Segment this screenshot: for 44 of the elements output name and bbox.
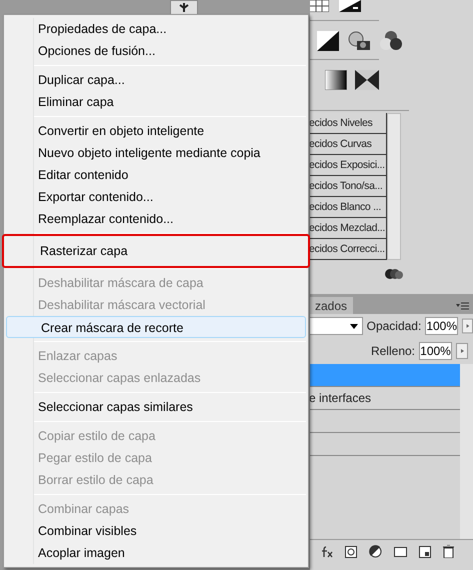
panel-menu-icon[interactable] [456,302,469,310]
camera-icon[interactable] [347,31,371,51]
menu-item[interactable]: Combinar visibles [4,520,308,542]
opacity-label: Opacidad: [366,318,422,335]
menu-item[interactable]: Seleccionar capas similares [4,396,308,418]
half-circle-icon[interactable] [369,545,382,558]
circles-icon[interactable] [385,268,403,280]
preset-item[interactable]: ecidos Correcci... [309,239,387,260]
preset-item[interactable]: ecidos Curvas [309,134,387,155]
fill-label: Relleno: [370,343,415,360]
menu-item[interactable]: Nuevo objeto inteligente mediante copia [4,142,308,164]
arrow-button[interactable] [456,343,468,359]
opacity-field[interactable]: 100% [425,317,458,335]
circles-icon[interactable] [379,31,403,51]
preset-item[interactable]: ecidos Blanco ... [309,197,387,218]
preset-item[interactable]: ecidos Mezclad... [309,218,387,239]
fill-field[interactable]: 100% [419,342,452,360]
menu-item[interactable]: Exportar contenido... [4,186,308,208]
caret-icon [350,324,358,328]
menu-item[interactable]: Editar contenido [4,164,308,186]
new-layer-icon[interactable] [419,546,431,558]
grid-icon[interactable] [309,0,329,12]
menu-item[interactable]: Opciones de fusión... [4,40,308,62]
folder-icon[interactable] [394,546,407,557]
panel-tab[interactable]: zados [309,297,354,314]
blend-mode-dropdown[interactable] [309,317,363,335]
scrollbar[interactable] [460,364,473,539]
menu-item[interactable]: Convertir en objeto inteligente [4,120,308,142]
fx-icon[interactable] [321,546,333,558]
menu-item[interactable]: Crear máscara de recorte [6,316,306,338]
trash-icon[interactable] [443,545,454,558]
menu-item[interactable]: Acoplar imagen [4,542,308,564]
mask-icon[interactable] [345,546,357,558]
preset-item[interactable]: ecidos Niveles [309,113,387,134]
menu-item[interactable]: Rasterizar capa [2,234,310,268]
preset-item[interactable]: ecidos Tono/sa... [309,176,387,197]
menu-item[interactable]: Duplicar capa... [4,69,308,91]
menu-item[interactable]: Reemplazar contenido... [4,208,308,230]
arrow-button[interactable] [462,318,473,334]
preset-item[interactable]: ecidos Exposici... [309,155,387,176]
menu-item[interactable]: Eliminar capa [4,91,308,113]
gradient-map-icon[interactable] [325,70,347,90]
scrollbar[interactable] [387,113,401,260]
menu-item[interactable]: Propiedades de capa... [4,18,308,40]
